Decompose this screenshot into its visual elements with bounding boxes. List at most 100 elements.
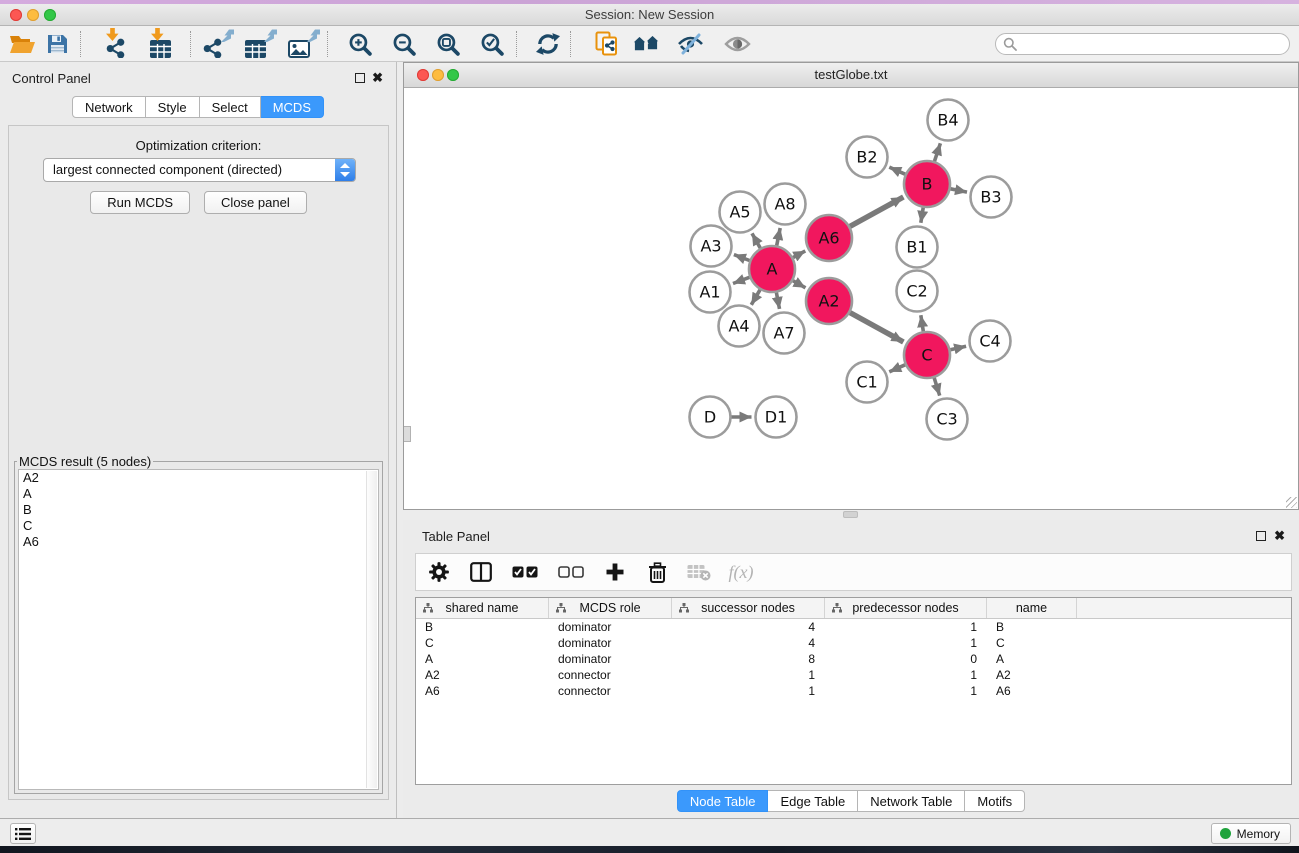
cell-predecessor[interactable]: 1 [825, 635, 987, 651]
node-table[interactable]: shared nameMCDS rolesuccessor nodesprede… [415, 597, 1292, 785]
node-A[interactable]: A [749, 246, 795, 292]
edge-A-A2[interactable] [793, 281, 806, 288]
table-row[interactable]: A6connector11A6 [416, 683, 1291, 699]
cell-mcds_role[interactable]: dominator [549, 651, 672, 667]
table-float-panel-icon[interactable] [1256, 531, 1266, 541]
node-A2[interactable]: A2 [806, 278, 852, 324]
network-zoom-traffic-light[interactable] [447, 69, 459, 81]
node-C2[interactable]: C2 [897, 271, 938, 312]
import-table-button[interactable] [148, 30, 182, 58]
tab-network-table[interactable]: Network Table [858, 790, 965, 812]
zoom-selected-button[interactable] [475, 30, 509, 58]
mcds-result-item[interactable]: A6 [19, 534, 378, 550]
optimization-criterion-dropdown[interactable]: largest connected component (directed) [43, 158, 356, 182]
edge-A6-B[interactable] [850, 197, 903, 226]
cell-name[interactable]: A [987, 651, 1077, 667]
show-column-panel-button[interactable] [468, 559, 494, 585]
save-session-button[interactable] [40, 30, 74, 58]
node-B3[interactable]: B3 [971, 177, 1012, 218]
table-close-panel-icon[interactable]: ✖ [1274, 528, 1285, 544]
cell-mcds_role[interactable]: connector [549, 683, 672, 699]
cell-successor[interactable]: 4 [672, 635, 825, 651]
create-column-button[interactable] [602, 559, 628, 585]
node-B[interactable]: B [904, 161, 950, 207]
cell-shared_name[interactable]: C [416, 635, 549, 651]
edge-A-A3[interactable] [734, 255, 750, 261]
cell-name[interactable]: C [987, 635, 1077, 651]
edge-B-B2[interactable] [889, 167, 905, 174]
dropdown-stepper-icon[interactable] [335, 159, 355, 181]
edge-A2-C[interactable] [850, 313, 903, 342]
edge-A-A4[interactable] [751, 290, 760, 305]
cell-name[interactable]: B [987, 619, 1077, 635]
node-D[interactable]: D [690, 397, 731, 438]
tab-edge-table[interactable]: Edge Table [768, 790, 858, 812]
cell-predecessor[interactable]: 1 [825, 683, 987, 699]
close-traffic-light[interactable] [10, 9, 22, 21]
cell-mcds_role[interactable]: dominator [549, 635, 672, 651]
mcds-result-item[interactable]: C [19, 518, 378, 534]
node-A7[interactable]: A7 [764, 313, 805, 354]
edge-A-A6[interactable] [793, 251, 805, 258]
table-row[interactable]: Bdominator41B [416, 619, 1291, 635]
network-close-traffic-light[interactable] [417, 69, 429, 81]
node-C1[interactable]: C1 [847, 362, 888, 403]
edge-C-C1[interactable] [889, 365, 905, 372]
cell-successor[interactable]: 8 [672, 651, 825, 667]
refresh-view-button[interactable] [531, 30, 565, 58]
edge-A-A8[interactable] [777, 228, 781, 246]
table-row[interactable]: Adominator80A [416, 651, 1291, 667]
minimize-traffic-light[interactable] [27, 9, 39, 21]
node-B2[interactable]: B2 [847, 137, 888, 178]
search-input[interactable] [1017, 35, 1289, 53]
close-panel-icon[interactable]: ✖ [372, 70, 383, 86]
show-task-history-button[interactable] [10, 823, 36, 844]
cell-predecessor[interactable]: 1 [825, 667, 987, 683]
first-neighbors-button[interactable] [630, 30, 664, 58]
node-D1[interactable]: D1 [756, 397, 797, 438]
horizontal-splitpane-divider[interactable] [403, 510, 1299, 520]
close-panel-button[interactable]: Close panel [204, 191, 307, 214]
edge-B-B3[interactable] [951, 189, 968, 192]
unselect-all-columns-button[interactable] [556, 559, 586, 585]
node-A5[interactable]: A5 [720, 192, 761, 233]
clone-network-button[interactable] [589, 30, 623, 58]
node-B1[interactable]: B1 [897, 227, 938, 268]
edge-B-B1[interactable] [921, 208, 923, 223]
edge-A-A1[interactable] [733, 277, 750, 283]
tab-select[interactable]: Select [200, 96, 261, 118]
cell-name[interactable]: A6 [987, 683, 1077, 699]
node-C3[interactable]: C3 [927, 399, 968, 440]
toolbar-search-field[interactable] [995, 33, 1290, 55]
zoom-out-button[interactable] [387, 30, 421, 58]
node-C[interactable]: C [904, 332, 950, 378]
memory-button[interactable]: Memory [1211, 823, 1291, 844]
table-options-button[interactable] [426, 559, 452, 585]
node-A3[interactable]: A3 [691, 226, 732, 267]
splitpane-collapse-handle[interactable] [404, 426, 411, 442]
export-table-button[interactable] [243, 30, 277, 58]
column-header-successor-nodes[interactable]: successor nodes [672, 598, 825, 618]
tab-style[interactable]: Style [146, 96, 200, 118]
cell-mcds_role[interactable]: connector [549, 667, 672, 683]
column-header-shared-name[interactable]: shared name [416, 598, 549, 618]
column-header-mcds-role[interactable]: MCDS role [549, 598, 672, 618]
network-minimize-traffic-light[interactable] [432, 69, 444, 81]
window-resize-grip[interactable] [1286, 497, 1297, 508]
node-A8[interactable]: A8 [765, 184, 806, 225]
cell-shared_name[interactable]: A6 [416, 683, 549, 699]
result-scrollbar[interactable] [366, 471, 377, 788]
node-A4[interactable]: A4 [719, 306, 760, 347]
tab-mcds[interactable]: MCDS [261, 96, 324, 118]
network-graph[interactable]: B4B2BB3A8A5A6A3B1AA1C2A2A4A7C4CC1C3DD1 [404, 88, 1298, 509]
run-mcds-button[interactable]: Run MCDS [90, 191, 190, 214]
tab-motifs[interactable]: Motifs [965, 790, 1025, 812]
cell-shared_name[interactable]: B [416, 619, 549, 635]
cell-shared_name[interactable]: A [416, 651, 549, 667]
cell-shared_name[interactable]: A2 [416, 667, 549, 683]
divider-drag-handle[interactable] [843, 511, 858, 518]
edge-C-C2[interactable] [921, 315, 924, 331]
hide-selected-button[interactable] [673, 30, 707, 58]
tab-network[interactable]: Network [72, 96, 146, 118]
zoom-in-button[interactable] [343, 30, 377, 58]
